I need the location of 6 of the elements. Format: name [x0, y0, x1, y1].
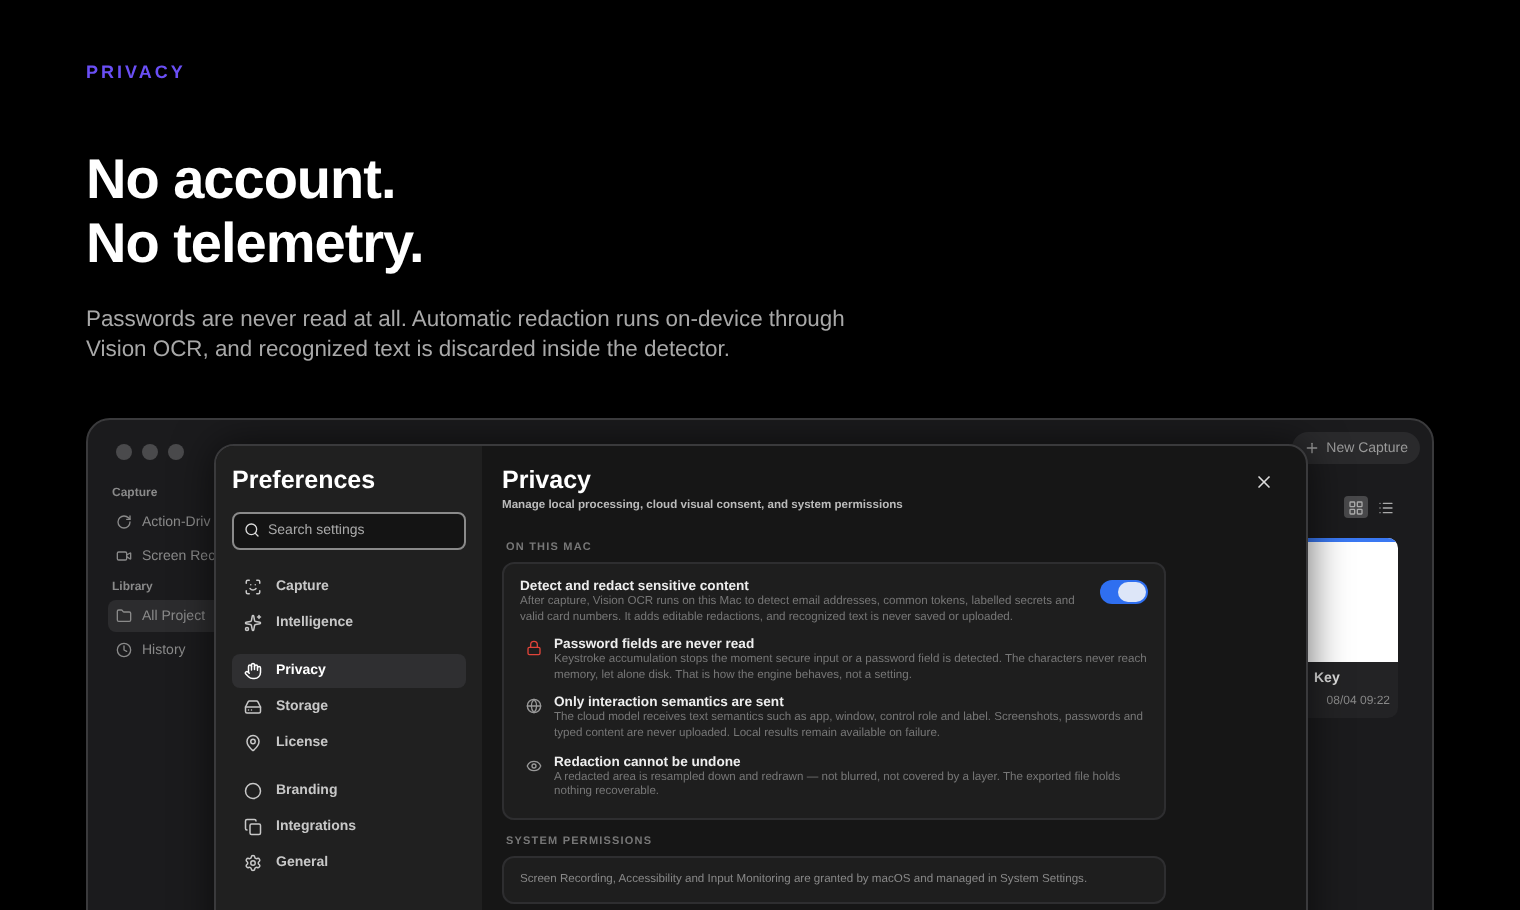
page-title: Privacy: [502, 466, 593, 494]
headline: No account.: [86, 148, 398, 212]
headline: No telemetry.: [86, 212, 426, 276]
intro-paragraph: Passwords are never read at all. Automatic redaction runs on-device through Vision OCR, and recognized text is discarded inside the detector.: [86, 306, 846, 366]
dialog-title: Preferences: [232, 466, 378, 494]
eyebrow-label: PRIVACY: [86, 62, 188, 82]
